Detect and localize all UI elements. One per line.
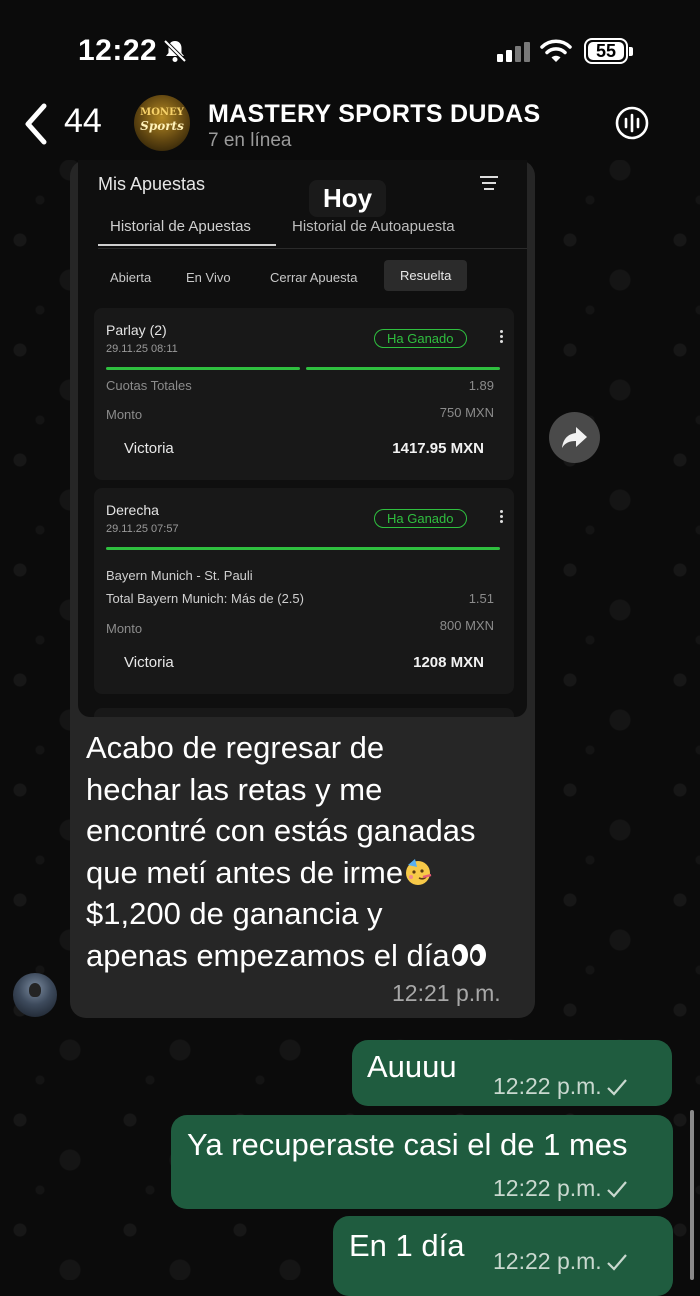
filter-menu-icon (480, 176, 498, 190)
wifi-icon (540, 39, 572, 62)
status-badge: Ha Ganado (374, 329, 467, 348)
online-count: 7 en línea (208, 130, 292, 151)
incoming-message-bubble[interactable]: Mis Apuestas Historial de Apuestas Histo… (70, 160, 535, 1018)
match-name: Bayern Munich - St. Pauli (106, 568, 253, 583)
win-value: 1417.95 MXN (392, 440, 484, 457)
tab-divider (98, 248, 527, 249)
win-label: Victoria (124, 440, 174, 457)
back-chevron-icon[interactable] (20, 102, 50, 146)
outgoing-message-bubble[interactable]: En 1 día 12:22 p.m. (333, 1216, 673, 1296)
filter-open: Abierta (110, 270, 152, 285)
bet-card-partial (94, 708, 514, 717)
odds-label: Cuotas Totales (106, 378, 192, 393)
status-time: 12:22 (78, 34, 158, 67)
active-tab-underline (98, 244, 276, 246)
leg-progress-bar (106, 547, 500, 550)
party-face-emoji-icon (406, 858, 432, 885)
bet-date: 29.11.25 08:11 (106, 343, 178, 355)
tab-autobet-history: Historial de Autoapuesta (292, 218, 455, 235)
message-line-with-emoji: que metí antes de irme (86, 852, 526, 894)
battery-icon: 55 (584, 38, 633, 64)
message-timestamp: 12:22 p.m. (493, 1248, 628, 1275)
outgoing-message-bubble[interactable]: Auuuu 12:22 p.m. (352, 1040, 672, 1106)
group-avatar-text-top: MONEY (140, 107, 184, 118)
voice-chat-icon[interactable] (614, 105, 650, 141)
bet-name: Parlay (2) (106, 322, 167, 338)
more-options-icon (500, 510, 504, 526)
bet-card-single: Derecha 29.11.25 07:57 Ha Ganado Bayern … (94, 488, 514, 694)
message-text: En 1 día (349, 1228, 465, 1263)
eyes-emoji-icon (451, 943, 486, 966)
odds-value: 1.51 (468, 591, 494, 606)
scrollbar[interactable] (690, 1110, 694, 1280)
filter-cashout: Cerrar Apuesta (270, 270, 358, 285)
odds-value: 1.89 (468, 378, 494, 393)
sender-avatar[interactable] (13, 973, 57, 1017)
date-chip: Hoy (309, 180, 387, 217)
bet-card-parlay: Parlay (2) 29.11.25 08:11 Ha Ganado Cuot… (94, 308, 514, 480)
amount-value: 750 MXN (439, 405, 494, 420)
cellular-signal-icon (497, 42, 530, 62)
bet-date: 29.11.25 07:57 (106, 523, 179, 535)
forward-arrow-icon (562, 427, 587, 448)
message-line: hechar las retas y me (86, 771, 383, 807)
filter-settled: Resuelta (384, 260, 468, 291)
back-unread-count[interactable]: 44 (64, 102, 102, 141)
chat-title[interactable]: MASTERY SPORTS DUDAS (208, 100, 540, 129)
status-badge: Ha Ganado (374, 509, 467, 528)
market-name: Total Bayern Munich: Más de (2.5) (106, 591, 304, 606)
bets-title: Mis Apuestas (98, 174, 206, 194)
status-bar: 12:22 55 (0, 0, 700, 90)
bet-history-screenshot[interactable]: Mis Apuestas Historial de Apuestas Histo… (78, 160, 527, 717)
bell-muted-icon (163, 39, 187, 63)
tab-bet-history: Historial de Apuestas (110, 218, 251, 235)
sent-check-icon (606, 1181, 627, 1198)
more-options-icon (500, 330, 504, 346)
sent-check-icon (606, 1254, 627, 1271)
message-text: Ya recuperaste casi el de 1 mes (187, 1127, 628, 1162)
amount-label: Monto (106, 407, 143, 422)
message-text[interactable]: Acabo de regresar de hechar las retas y … (86, 727, 526, 976)
chat-header: 44 MONEY Sports MASTERY SPORTS DUDAS 7 e… (0, 90, 700, 160)
bet-name: Derecha (106, 502, 159, 518)
outgoing-message-bubble[interactable]: Ya recuperaste casi el de 1 mes 12:22 p.… (171, 1115, 673, 1209)
message-line-with-emoji: apenas empezamos el día (86, 935, 526, 977)
battery-level: 55 (588, 42, 624, 61)
message-timestamp: 12:21 p.m. (392, 980, 501, 1006)
forward-button[interactable] (549, 412, 600, 463)
amount-value: 800 MXN (439, 618, 494, 633)
group-avatar[interactable]: MONEY Sports (134, 95, 190, 151)
message-text: Auuuu (367, 1049, 457, 1084)
win-label: Victoria (124, 654, 174, 671)
leg-progress-bar (306, 367, 500, 370)
sent-check-icon (606, 1079, 627, 1096)
win-value: 1208 MXN (413, 654, 484, 671)
message-line: $1,200 de ganancia y (86, 896, 383, 931)
message-line: encontré con estás ganadas (86, 813, 476, 848)
leg-progress-bar (106, 367, 300, 370)
message-timestamp: 12:22 p.m. (493, 1175, 628, 1202)
message-line: Acabo de regresar de (86, 730, 385, 765)
amount-label: Monto (106, 621, 143, 636)
filter-live: En Vivo (186, 270, 231, 285)
message-timestamp: 12:22 p.m. (493, 1073, 628, 1100)
group-avatar-text-bottom: Sports (140, 119, 184, 133)
